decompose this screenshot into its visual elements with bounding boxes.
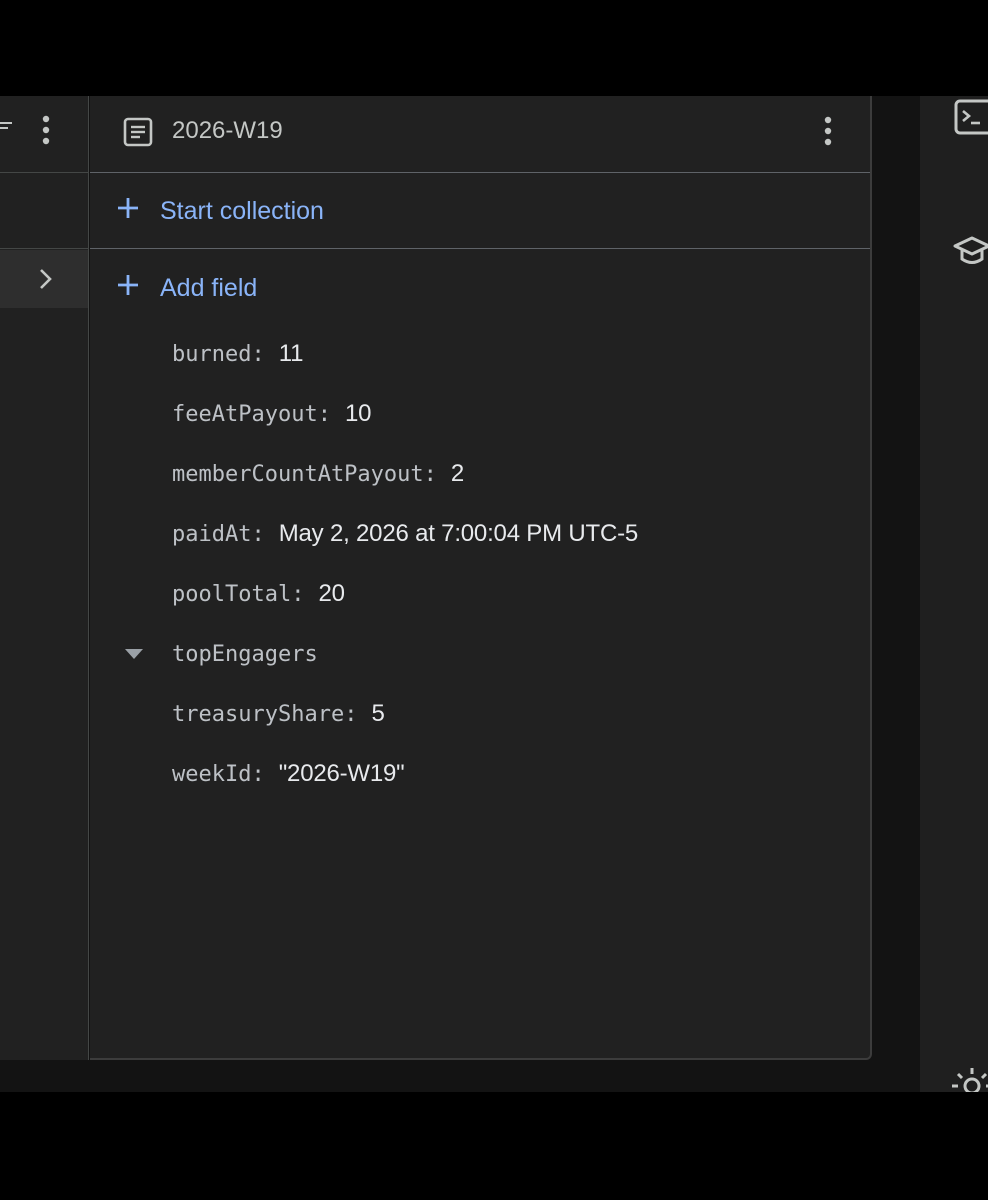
field-row[interactable]: treasuryShare: 5	[172, 694, 385, 734]
collection-panel-action-row	[0, 173, 89, 249]
field-key: memberCountAtPayout	[172, 461, 424, 487]
field-row[interactable]: paidAt: May 2, 2026 at 7:00:04 PM UTC-5	[172, 514, 638, 554]
more-vert-icon[interactable]	[36, 114, 56, 146]
field-value: 20	[318, 580, 345, 607]
document-icon	[123, 117, 153, 147]
field-key: topEngagers	[172, 641, 318, 667]
start-collection-button[interactable]: Start collection	[90, 173, 870, 249]
field-row[interactable]: feeAtPayout: 10	[172, 394, 371, 434]
filter-icon[interactable]	[0, 122, 12, 136]
collection-panel-header	[0, 96, 89, 173]
more-vert-icon[interactable]	[818, 115, 838, 147]
document-title: 2026-W19	[172, 117, 283, 144]
field-value: 5	[371, 700, 385, 727]
document-header: 2026-W19	[90, 96, 870, 173]
field-key: paidAt	[172, 521, 252, 547]
plus-icon	[118, 198, 138, 218]
add-field-label: Add field	[160, 274, 258, 302]
field-key: burned	[172, 341, 252, 367]
selected-document-row[interactable]	[0, 250, 88, 308]
field-row[interactable]: memberCountAtPayout: 2	[172, 454, 464, 494]
field-value: 10	[344, 400, 372, 427]
collection-panel	[0, 96, 89, 1060]
caret-down-icon[interactable]	[124, 648, 144, 660]
field-value: May 2, 2026 at 7:00:04 PM UTC-5	[278, 520, 639, 547]
field-key: feeAtPayout	[172, 401, 318, 427]
chevron-right-icon	[40, 269, 52, 289]
field-row[interactable]: weekId: "2026-W19"	[172, 754, 405, 794]
field-row-map[interactable]: topEngagers	[172, 634, 318, 674]
field-row[interactable]: poolTotal: 20	[172, 574, 345, 614]
field-key: treasuryShare	[172, 701, 345, 727]
plus-icon	[118, 275, 138, 295]
field-key: weekId	[172, 761, 252, 787]
brightness-icon[interactable]	[952, 1066, 988, 1092]
add-field-button[interactable]: Add field	[90, 250, 870, 326]
terminal-icon[interactable]	[954, 99, 988, 139]
right-rail	[920, 96, 988, 1092]
field-row[interactable]: burned: 11	[172, 334, 303, 374]
school-icon[interactable]	[952, 232, 988, 272]
field-value: "2026-W19"	[278, 760, 405, 787]
field-key: poolTotal	[172, 581, 292, 607]
app-screen: 2026-W19 Start collection Add field burn…	[0, 96, 988, 1092]
start-collection-label: Start collection	[160, 197, 324, 225]
field-value: 2	[450, 460, 465, 487]
document-panel: 2026-W19 Start collection Add field burn…	[90, 96, 872, 1060]
field-value: 11	[278, 340, 304, 367]
